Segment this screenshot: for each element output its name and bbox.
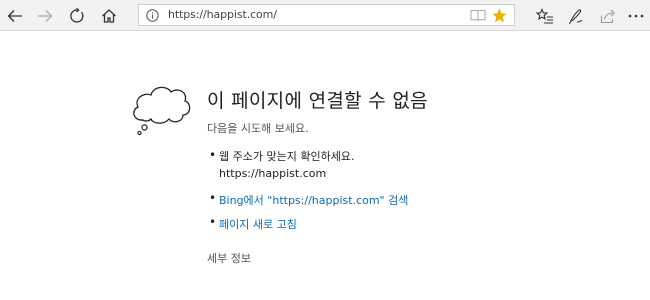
error-subtitle: 다음을 시도해 보세요. [207,122,309,135]
refresh-page-link[interactable]: 페이지 새로 고침 [219,218,297,231]
favorite-star-icon[interactable] [491,7,508,24]
pen-notes-icon [568,8,583,24]
forward-icon [38,9,53,22]
suggestion-check-url: https://happist.com [219,167,327,180]
browser-toolbar: https://happist.com/ [0,0,650,31]
back-icon [7,9,22,22]
forward-button[interactable] [31,0,59,31]
share-icon [600,9,615,23]
refresh-icon [70,7,84,23]
refresh-button[interactable] [63,0,91,31]
share-button[interactable] [594,0,622,31]
favorites-hub-icon [536,7,553,24]
more-icon [628,14,644,17]
address-url[interactable]: https://happist.com/ [168,8,277,21]
address-bar[interactable]: https://happist.com/ [138,4,515,26]
bing-search-link[interactable]: Bing에서 "https://happist.com" 검색 [219,194,408,207]
list-item: 페이지 새로 고침 [207,215,408,240]
reading-view-icon[interactable] [470,8,486,22]
back-button[interactable] [1,0,29,31]
home-icon [102,8,116,23]
favorites-hub-button[interactable] [531,0,559,31]
details-toggle[interactable]: 세부 정보 [207,250,251,266]
home-button[interactable] [95,0,123,31]
web-notes-button[interactable] [562,0,590,31]
info-icon[interactable] [146,9,159,22]
thought-cloud-icon [133,86,191,136]
error-title: 이 페이지에 연결할 수 없음 [207,90,428,112]
list-item: 웹 주소가 맞는지 확인하세요. https://happist.com [207,147,408,192]
list-item: Bing에서 "https://happist.com" 검색 [207,191,408,216]
suggestion-list: 웹 주소가 맞는지 확인하세요. https://happist.com Bin… [207,147,408,240]
suggestion-check-address: 웹 주소가 맞는지 확인하세요. [219,150,355,163]
more-button[interactable] [622,0,650,31]
